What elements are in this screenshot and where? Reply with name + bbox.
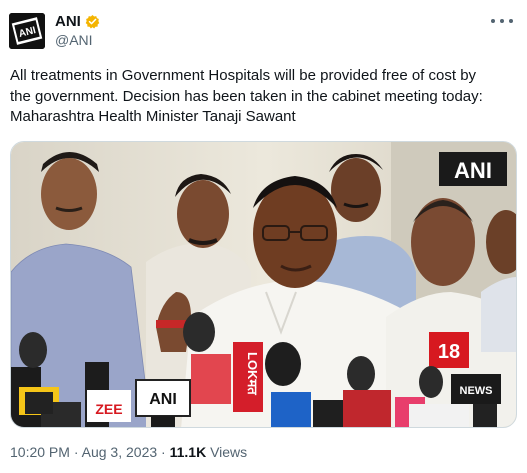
account-handle[interactable]: @ANI xyxy=(55,32,93,48)
more-options-icon[interactable] xyxy=(491,14,513,28)
ani-logo-icon: ANI xyxy=(9,13,45,49)
mic-label-zee: ZEE xyxy=(95,401,122,417)
verified-badge-icon xyxy=(85,15,100,29)
tweet-photo[interactable]: ANI ZEE ANI LOKमत 18 NEWS xyxy=(10,141,517,428)
tweet-metadata: 10:20 PM · Aug 3, 2023 · 11.1K Views xyxy=(10,444,247,460)
views-label: Views xyxy=(210,444,248,460)
display-name-row: ANI xyxy=(55,13,100,30)
tweet-time[interactable]: 10:20 PM xyxy=(10,444,70,460)
mic-label-news18: 18 xyxy=(438,341,460,363)
views-count[interactable]: 11.1K xyxy=(170,444,207,460)
account-avatar[interactable]: ANI xyxy=(9,13,45,49)
tweet-date[interactable]: Aug 3, 2023 xyxy=(82,444,158,460)
mic-label-news: NEWS xyxy=(460,385,493,397)
tweet-text-line: All treatments in Government Hospitals w… xyxy=(10,67,477,84)
watermark-text: ANI xyxy=(454,158,492,183)
display-name[interactable]: ANI xyxy=(55,13,81,30)
tweet-card: ANI ANI @ANI All treatments in Governmen… xyxy=(0,0,527,473)
tweet-text: All treatments in Government Hospitals w… xyxy=(10,66,518,128)
ani-watermark: ANI xyxy=(439,152,507,186)
meta-separator: · xyxy=(161,444,166,460)
tweet-text-line: Maharashtra Health Minister Tanaji Sawan… xyxy=(10,108,296,125)
mic-label-ani: ANI xyxy=(149,391,177,408)
mic-label-lokmat: LOKमत xyxy=(245,352,260,395)
meta-separator: · xyxy=(73,444,79,460)
press-conference-photo: ANI ZEE ANI LOKमत 18 NEWS xyxy=(11,142,516,427)
tweet-text-line: the government. Decision has been taken … xyxy=(10,87,483,105)
